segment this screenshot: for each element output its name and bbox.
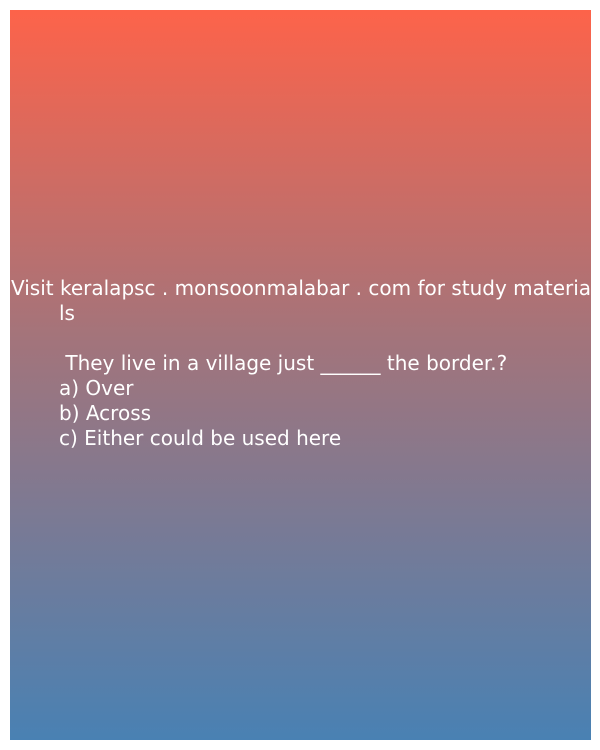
quiz-text-block: Visit keralapsc . monsoonmalabar . com f…	[11, 276, 591, 451]
question-text: They live in a village just ______ the b…	[59, 351, 508, 375]
promo-line-1: Visit keralapsc . monsoonmalabar . com f…	[11, 276, 591, 300]
option-b: b) Across	[59, 401, 152, 425]
option-a: a) Over	[59, 376, 134, 400]
quiz-card: Visit keralapsc . monsoonmalabar . com f…	[10, 10, 591, 740]
spacer-line	[11, 326, 591, 351]
promo-line-2: ls	[59, 301, 75, 325]
option-c: c) Either could be used here	[59, 426, 342, 450]
